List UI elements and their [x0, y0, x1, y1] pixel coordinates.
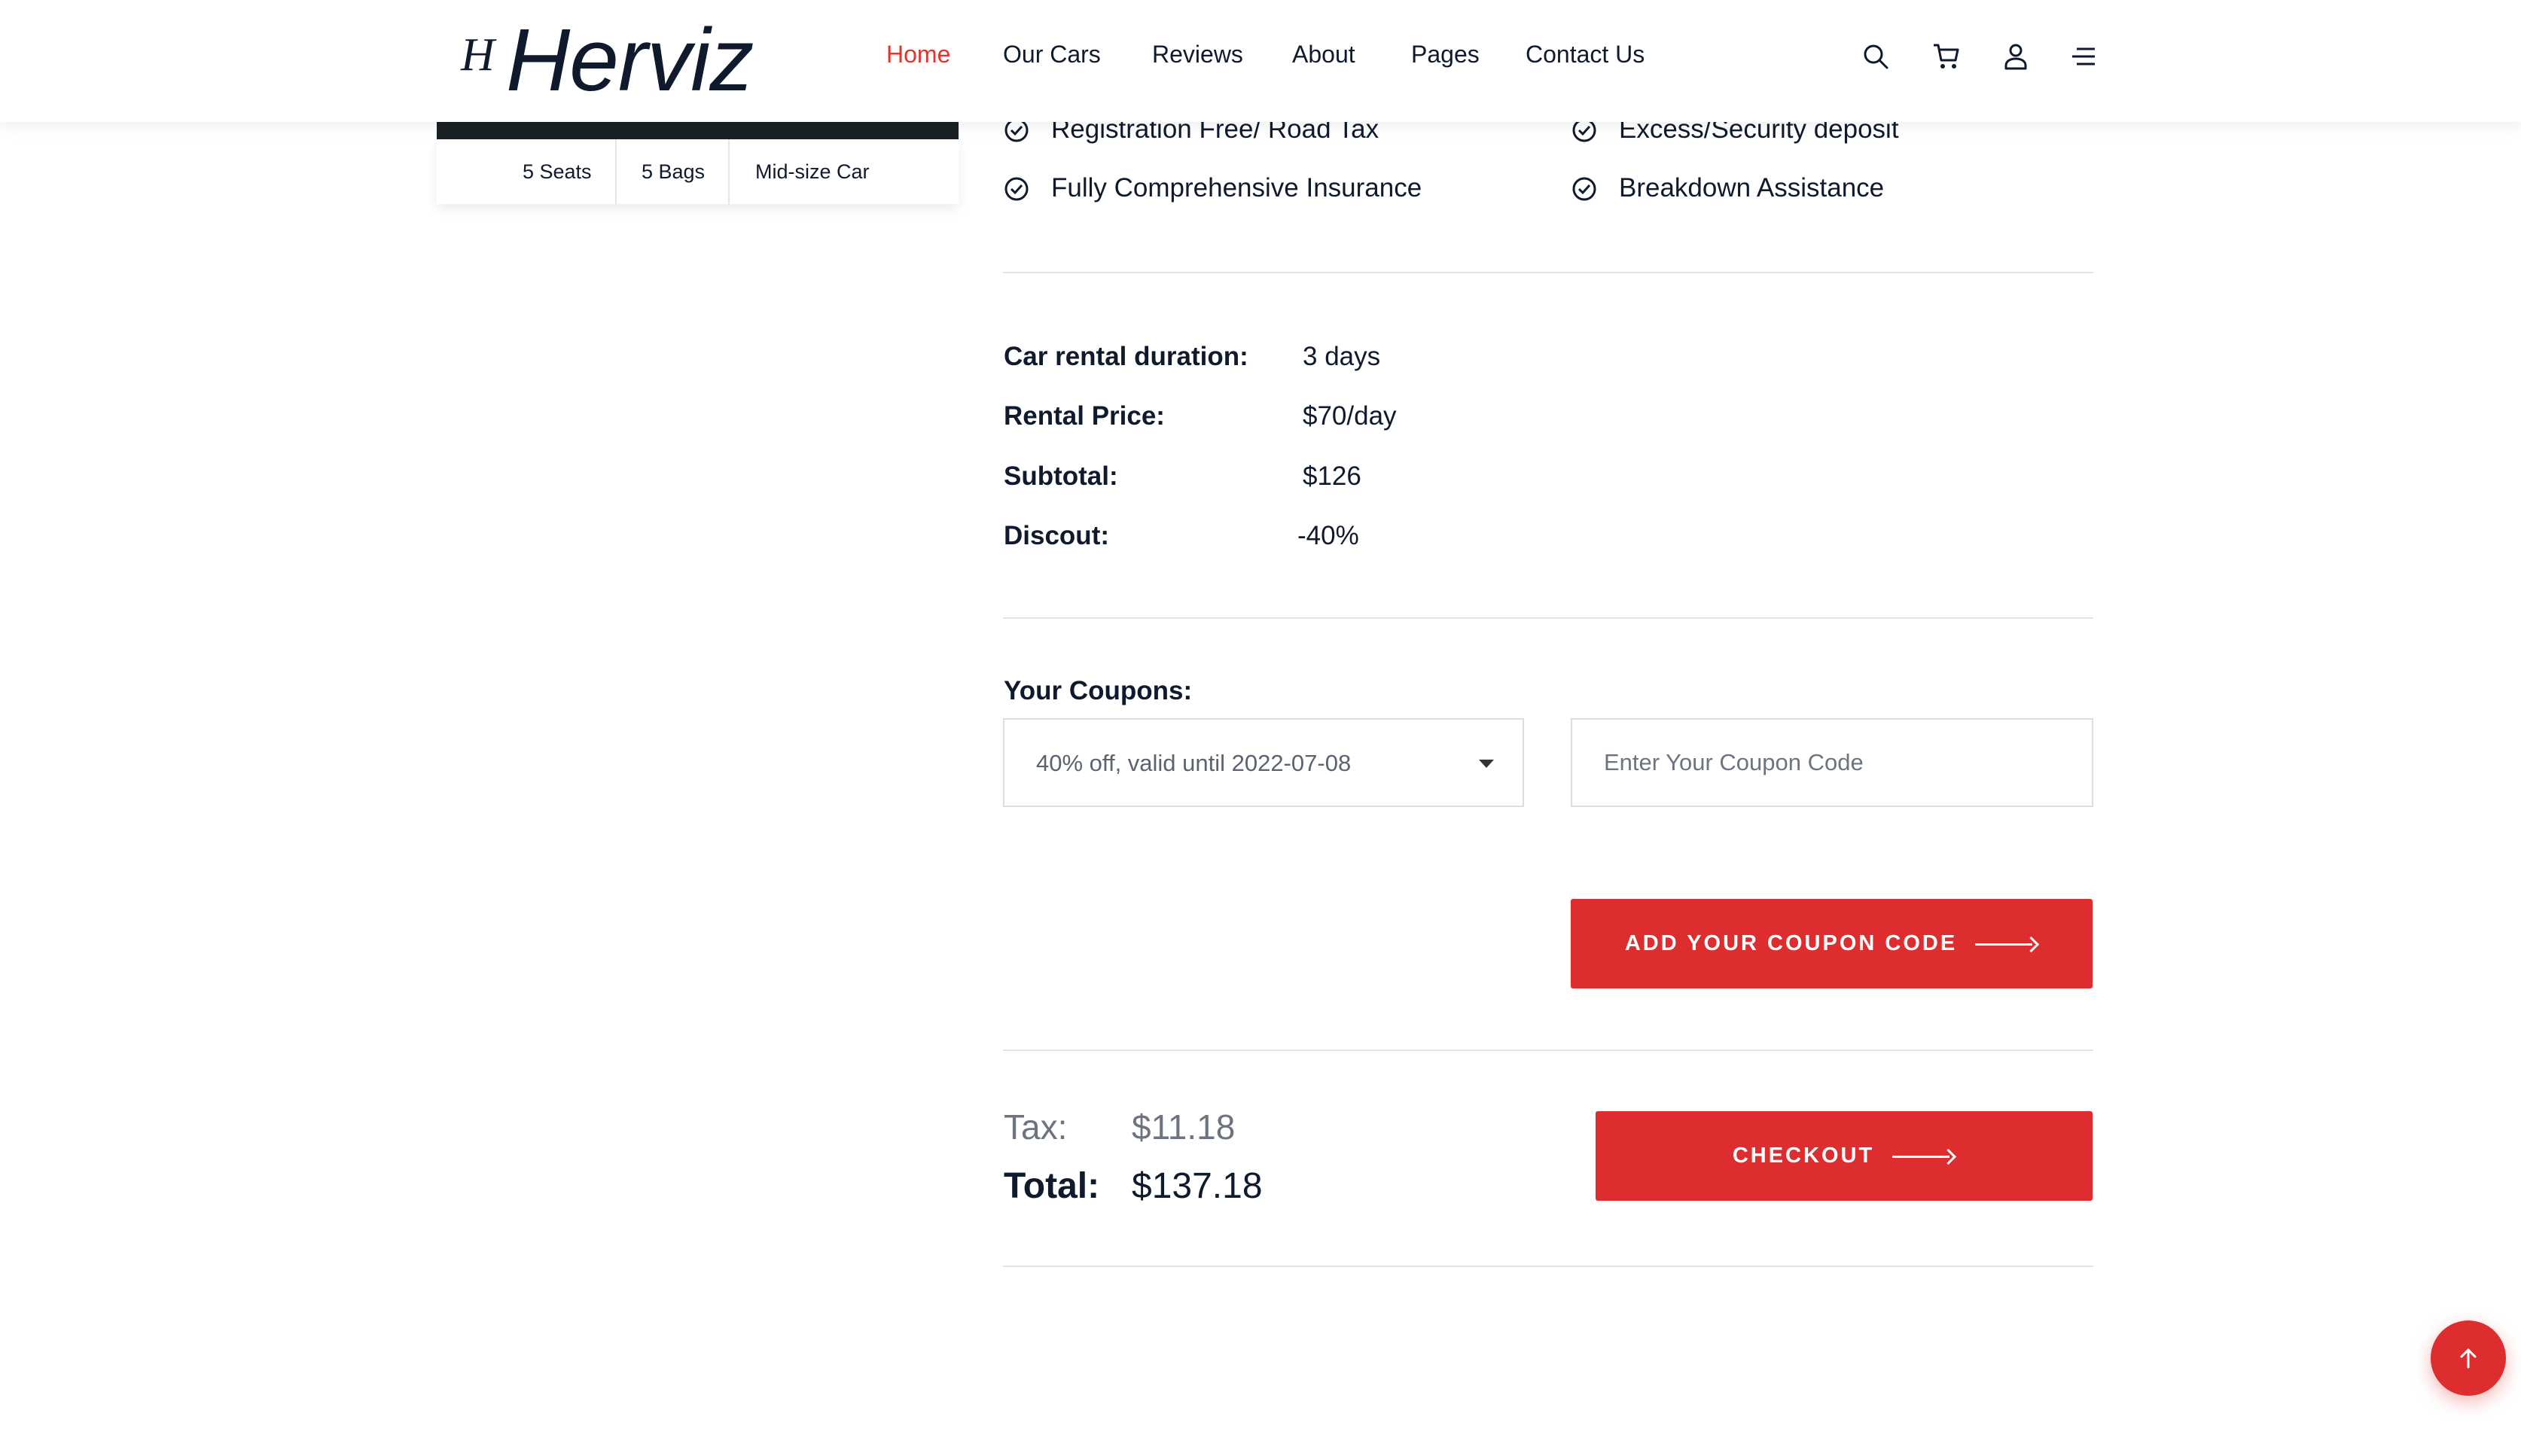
checkout-button-label: CHECKOUT	[1732, 1144, 1875, 1168]
divider	[1003, 272, 2093, 273]
arrow-right-icon	[1892, 1149, 1956, 1164]
logo[interactable]: Herviz	[506, 9, 754, 111]
menu-icon[interactable]	[2069, 42, 2098, 71]
coupon-select[interactable]: 40% off, valid until 2022-07-08	[1003, 718, 1524, 807]
spec-seats: 5 Seats	[523, 160, 592, 183]
divider	[1003, 1266, 2093, 1267]
nav-pages[interactable]: Pages	[1411, 41, 1480, 69]
cart-icon[interactable]	[1932, 42, 1961, 71]
nav-reviews[interactable]: Reviews	[1152, 41, 1243, 69]
discount-value: -40%	[1297, 521, 1359, 550]
coupon-code-input[interactable]	[1571, 718, 2093, 807]
check-circle-icon	[1572, 177, 1596, 201]
spec-class: Mid-size Car	[755, 160, 870, 183]
divider	[1003, 1049, 2093, 1051]
coupon-select-value: 40% off, valid until 2022-07-08	[1036, 750, 1352, 776]
scroll-to-top-button[interactable]	[2431, 1320, 2506, 1396]
feature-item: Breakdown Assistance	[1619, 173, 1885, 203]
price-label: Rental Price:	[1004, 401, 1165, 431]
site-header: H Herviz Home Our Cars Reviews About Pag…	[0, 0, 2521, 122]
search-icon[interactable]	[1861, 42, 1890, 71]
nav-home[interactable]: Home	[886, 41, 950, 69]
spec-bags: 5 Bags	[642, 160, 706, 183]
spec-divider	[728, 139, 730, 204]
spec-divider	[615, 139, 617, 204]
car-image	[437, 122, 959, 139]
discount-label: Discout:	[1004, 521, 1109, 550]
checkout-button[interactable]: CHECKOUT	[1596, 1111, 2093, 1201]
arrow-up-icon	[2460, 1348, 2477, 1369]
feature-item: Fully Comprehensive Insurance	[1051, 173, 1422, 203]
subtotal-label: Subtotal:	[1004, 461, 1118, 491]
subtotal-value: $126	[1303, 461, 1361, 491]
arrow-right-icon	[1975, 937, 2038, 952]
add-coupon-button[interactable]: ADD YOUR COUPON CODE	[1571, 899, 2093, 988]
nav-about[interactable]: About	[1292, 41, 1355, 69]
total-label: Total:	[1004, 1166, 1100, 1206]
chevron-down-icon	[1479, 760, 1494, 768]
duration-value: 3 days	[1303, 342, 1381, 371]
tax-label: Tax:	[1004, 1107, 1068, 1147]
total-value: $137.18	[1132, 1166, 1263, 1206]
check-circle-icon	[1004, 177, 1029, 201]
tax-value: $11.18	[1132, 1107, 1236, 1147]
logo-mark[interactable]: H	[461, 29, 495, 82]
car-specs: 5 Seats 5 Bags Mid-size Car	[437, 139, 959, 204]
nav-our-cars[interactable]: Our Cars	[1003, 41, 1101, 69]
user-icon[interactable]	[2001, 42, 2030, 71]
price-value: $70/day	[1303, 401, 1397, 431]
divider	[1003, 617, 2093, 619]
duration-label: Car rental duration:	[1004, 342, 1248, 371]
add-coupon-button-label: ADD YOUR COUPON CODE	[1624, 931, 1958, 955]
nav-contact-us[interactable]: Contact Us	[1526, 41, 1645, 69]
coupons-title: Your Coupons:	[1004, 676, 1193, 705]
